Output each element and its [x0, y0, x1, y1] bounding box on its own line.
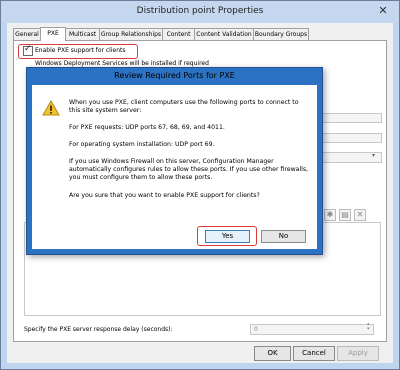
delete-icon: ✕	[354, 209, 366, 221]
ok-button[interactable]: OK	[254, 346, 291, 361]
dialog-intro-text: When you use PXE, client computers use t…	[69, 99, 299, 114]
dialog-body: When you use PXE, client computers use t…	[32, 85, 317, 249]
window-title: Distribution point Properties	[136, 6, 264, 16]
dialog-firewall-text: If you use Windows Firewall on this serv…	[69, 158, 309, 181]
no-button[interactable]: No	[261, 230, 306, 243]
tab-general[interactable]: General	[13, 28, 41, 40]
close-icon[interactable]: ✕	[373, 3, 393, 19]
review-ports-dialog: Review Required Ports for PXE When you u…	[26, 67, 323, 255]
star-icon: ✱	[324, 209, 336, 221]
response-delay-label: Specify the PXE server response delay (s…	[24, 326, 173, 333]
enable-pxe-checkbox[interactable]	[23, 44, 33, 56]
enable-pxe-label: Enable PXE support for clients	[35, 47, 126, 54]
apply-button[interactable]: Apply	[337, 346, 379, 361]
chevron-down-icon: ▾	[372, 152, 376, 159]
tab-group-relationships[interactable]: Group Relationships	[99, 28, 163, 40]
spinner-arrows-icon[interactable]: ▴ ▾	[367, 322, 370, 332]
wds-install-note: Windows Deployment Services will be inst…	[35, 60, 209, 67]
yes-button[interactable]: Yes	[205, 230, 250, 243]
warning-icon	[42, 100, 60, 116]
response-delay-value: 0	[254, 326, 258, 333]
tab-content[interactable]: Content	[162, 28, 195, 40]
tab-multicast[interactable]: Multicast	[65, 28, 100, 40]
dialog-confirm-text: Are you sure that you want to enable PXE…	[69, 192, 260, 199]
dialog-os-install-text: For operating system installation: UDP p…	[69, 141, 215, 148]
dialog-pxe-ports-text: For PXE requests: UDP ports 67, 68, 69, …	[69, 124, 225, 131]
cancel-button[interactable]: Cancel	[293, 346, 335, 361]
properties-icon: ▤	[339, 209, 351, 221]
tab-content-validation[interactable]: Content Validation	[194, 28, 254, 40]
title-bar: Distribution point Properties ✕	[1, 1, 399, 23]
tab-pxe[interactable]: PXE	[40, 27, 66, 41]
tab-boundary-groups[interactable]: Boundary Groups	[253, 28, 309, 40]
response-delay-input[interactable]: 0	[250, 324, 374, 335]
dialog-title: Review Required Ports for PXE	[114, 71, 235, 80]
